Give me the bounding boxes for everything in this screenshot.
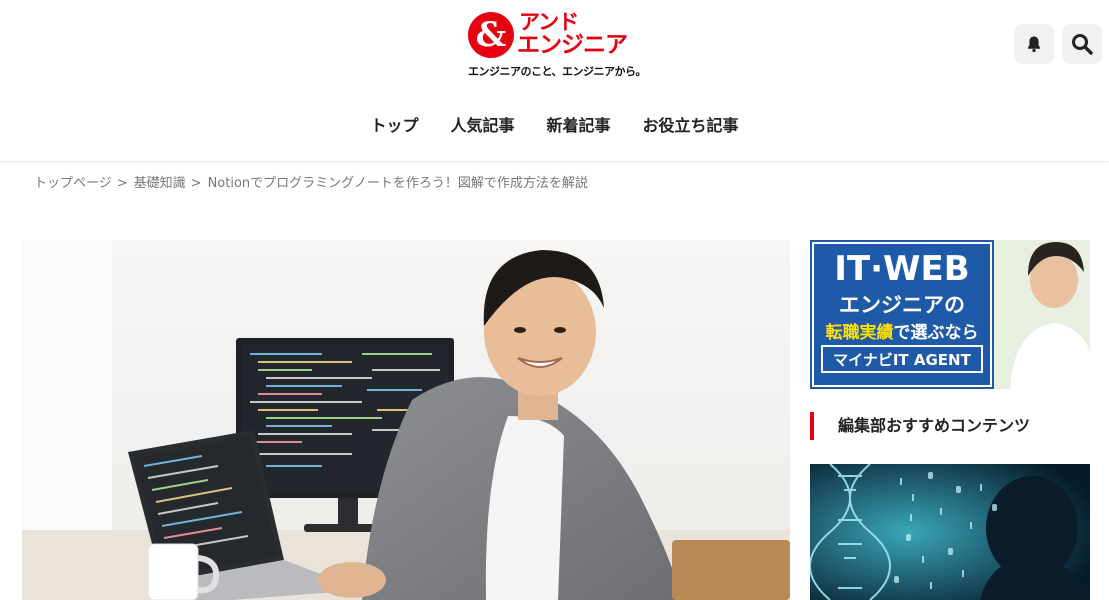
site-logo[interactable]: & アンド エンジニア エンジニアのこと、エンジニアから。 [467, 10, 667, 80]
breadcrumb-current: Notionでプログラミングノートを作ろう！図解で作成方法を解説 [207, 176, 588, 191]
breadcrumb-item-top[interactable]: トップページ [34, 174, 112, 194]
ad-line3: 転職実績で選ぶなら [826, 322, 979, 343]
recommended-content-thumbnail[interactable] [810, 464, 1090, 600]
ad-line1: IT·WEB [834, 249, 969, 289]
notification-button[interactable] [1014, 24, 1054, 64]
sidebar-ad-banner[interactable]: IT·WEB エンジニアの 転職実績で選ぶなら マイナビIT AGENT [810, 240, 1090, 389]
search-icon [1072, 34, 1093, 55]
logo-text-line1: アンド [519, 10, 579, 34]
bell-icon [1028, 36, 1040, 53]
logo-ampersand-mark: & [468, 12, 514, 58]
breadcrumb: トップページ > 基礎知識 > Notionでプログラミングノートを作ろう！図解… [34, 174, 588, 194]
search-button[interactable] [1062, 24, 1102, 64]
breadcrumb-separator: > [190, 176, 202, 191]
ad-line3-rest: で選ぶなら [894, 323, 979, 343]
nav-item-top[interactable]: トップ [354, 110, 434, 142]
global-nav: トップ 人気記事 新着記事 お役立ち記事 [0, 110, 1109, 142]
ad-line3-highlight: 転職実績 [826, 322, 894, 343]
ad-banner-graphic: IT·WEB エンジニアの 転職実績で選ぶなら マイナビIT AGENT [810, 240, 1090, 389]
logo-text-line2: エンジニア [517, 32, 628, 58]
ad-line4: マイナビIT AGENT [833, 351, 971, 369]
hero-photo-illustration [22, 240, 790, 600]
article-hero-image [22, 240, 790, 600]
nav-item-new[interactable]: 新着記事 [531, 110, 627, 142]
nav-item-popular[interactable]: 人気記事 [434, 110, 530, 142]
nav-item-useful[interactable]: お役立ち記事 [627, 110, 755, 142]
site-header: & アンド エンジニア エンジニアのこと、エンジニアから。 トップ 人気記事 新… [0, 0, 1109, 162]
ad-line2: エンジニアの [839, 293, 965, 317]
breadcrumb-item-category[interactable]: 基礎知識 [134, 174, 186, 194]
sidebar-heading-recommended: 編集部おすすめコンテンツ [810, 412, 1090, 440]
logo-tagline: エンジニアのこと、エンジニアから。 [468, 65, 647, 78]
recommended-thumbnail-graphic [810, 464, 1090, 600]
breadcrumb-separator: > [116, 176, 128, 191]
